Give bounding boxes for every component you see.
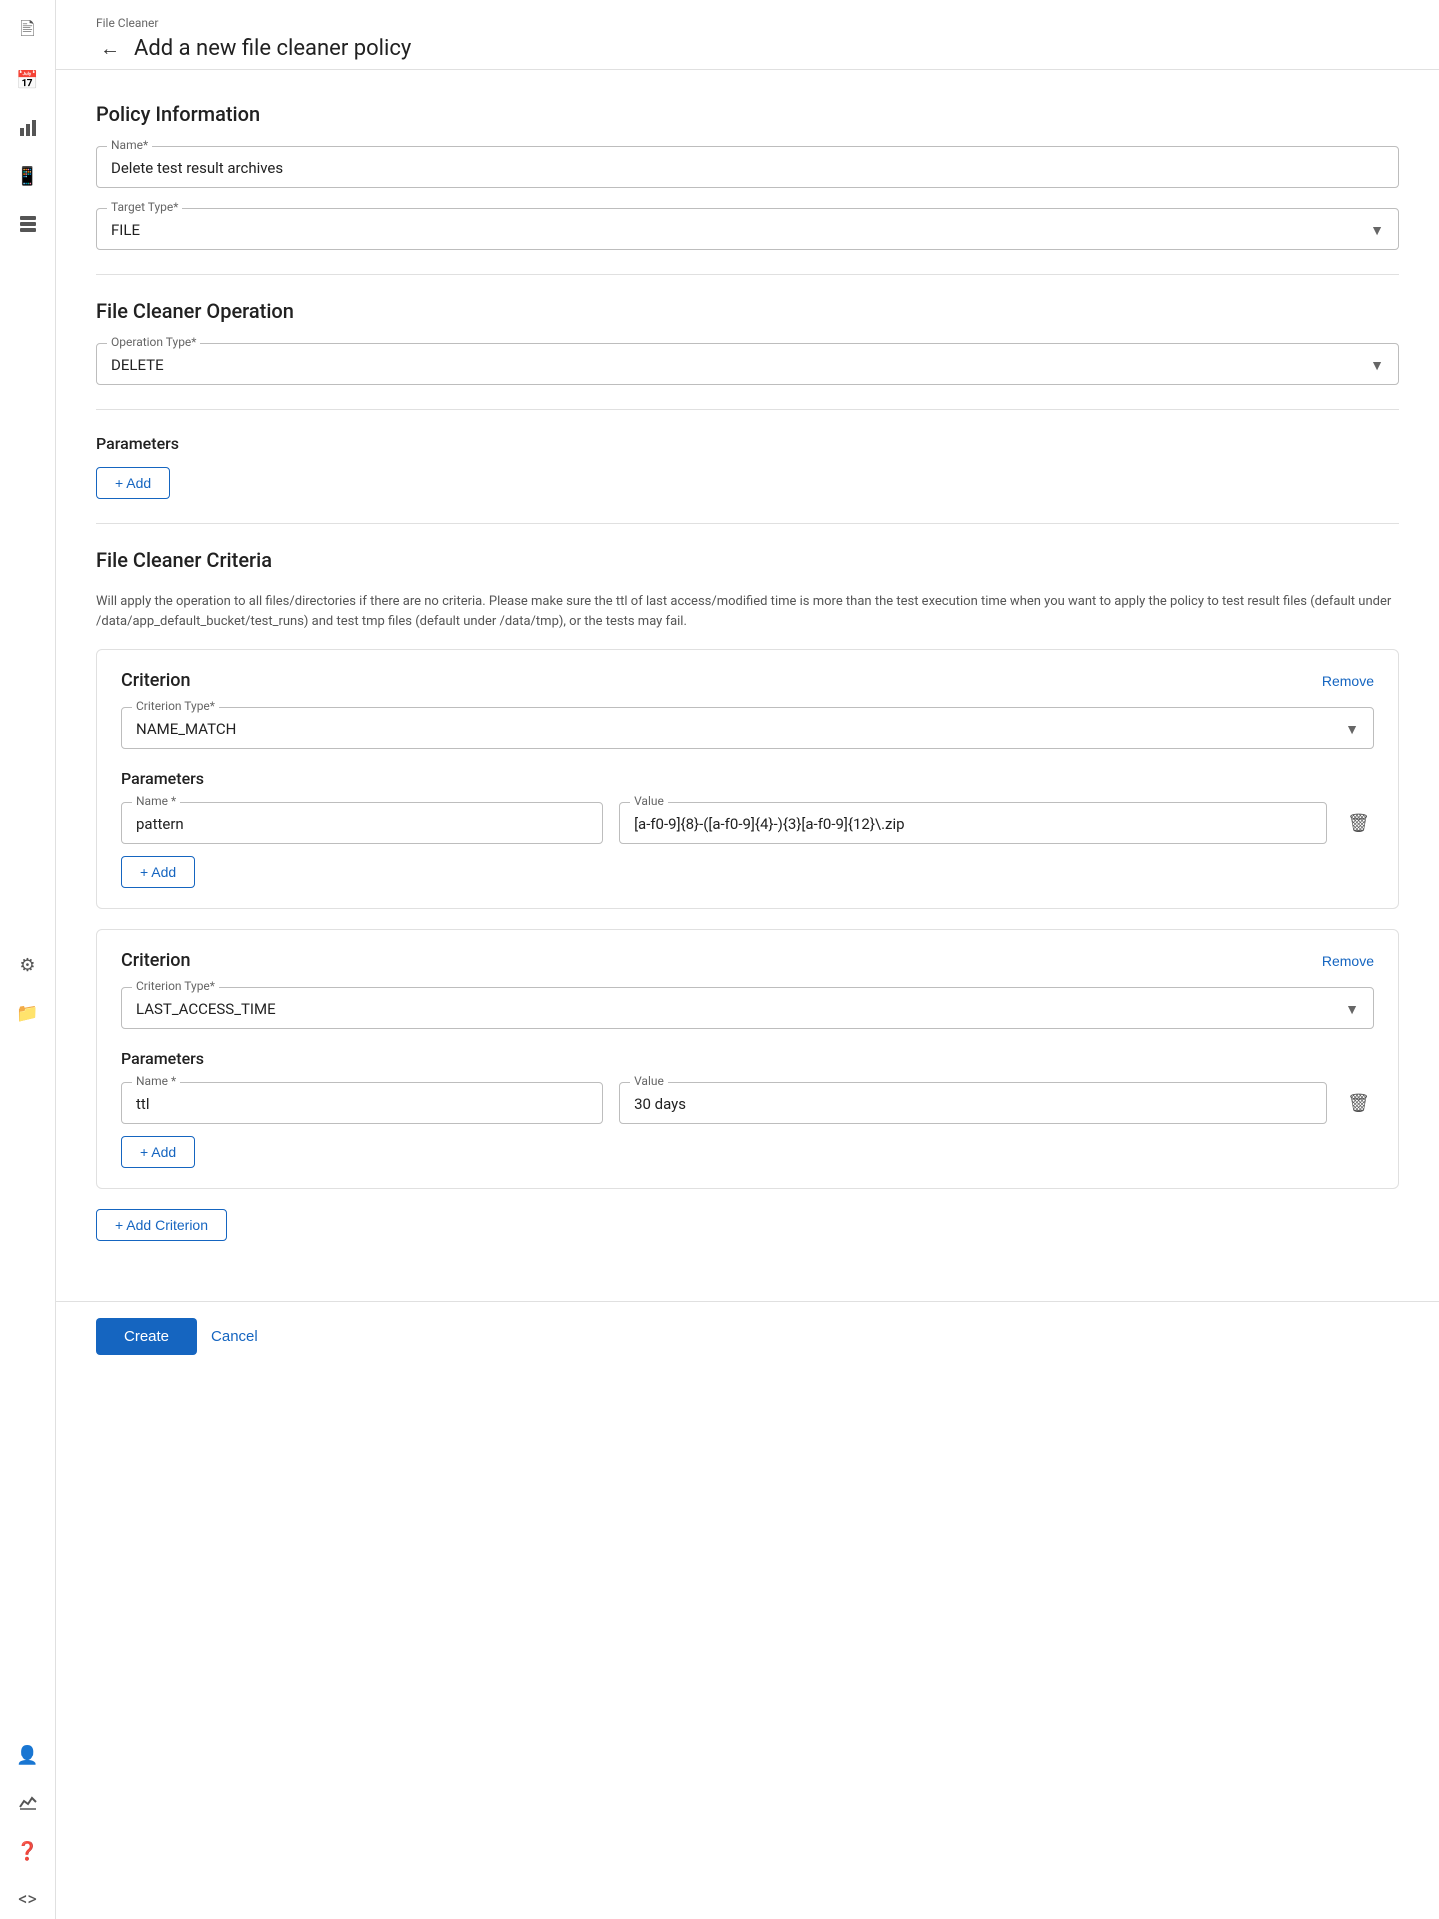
- criterion-card-2: Criterion Remove Criterion Type* LAST_AC…: [96, 929, 1399, 1189]
- criterion-1-param-1-name-value[interactable]: pattern: [136, 815, 588, 833]
- target-type-value: FILE: [111, 221, 140, 239]
- divider-3: [96, 523, 1399, 524]
- page-title: Add a new file cleaner policy: [134, 36, 411, 61]
- sidebar: 🖹 📅 📱 ⚙ 📁 👤 ❓ <>: [0, 0, 56, 1919]
- criterion-card-1: Criterion Remove Criterion Type* NAME_MA…: [96, 649, 1399, 909]
- remove-criterion-2-button[interactable]: Remove: [1322, 953, 1374, 969]
- target-type-field[interactable]: Target Type* FILE ▼: [96, 208, 1399, 250]
- criterion-2-param-1-name-field: Name * ttl: [121, 1082, 603, 1124]
- name-value[interactable]: Delete test result archives: [111, 159, 1384, 177]
- breadcrumb: File Cleaner: [96, 16, 1399, 30]
- operation-type-field-group: Operation Type* DELETE ▼: [96, 343, 1399, 385]
- divider-2: [96, 409, 1399, 410]
- policy-information-section: Policy Information Name* Delete test res…: [96, 102, 1399, 250]
- document-icon[interactable]: 🖹: [8, 12, 48, 52]
- help-icon[interactable]: ❓: [8, 1831, 48, 1871]
- page-header: File Cleaner ← Add a new file cleaner po…: [56, 0, 1439, 70]
- parameters-top-title: Parameters: [96, 434, 1399, 453]
- cancel-button[interactable]: Cancel: [211, 1328, 258, 1345]
- criterion-2-param-1-name-value[interactable]: ttl: [136, 1095, 588, 1113]
- divider-1: [96, 274, 1399, 275]
- folder-icon[interactable]: 📁: [8, 994, 48, 1034]
- criterion-2-dropdown-arrow: ▼: [1345, 1001, 1359, 1018]
- remove-criterion-1-button[interactable]: Remove: [1322, 673, 1374, 689]
- delete-criterion-2-param-1-button[interactable]: 🗑: [1343, 1089, 1374, 1118]
- add-criterion-2-param-button[interactable]: + Add: [121, 1136, 195, 1168]
- name-field-group: Name* Delete test result archives: [96, 146, 1399, 188]
- criterion-2-type-field-group: Criterion Type* LAST_ACCESS_TIME ▼: [121, 987, 1374, 1029]
- code-icon[interactable]: <>: [8, 1879, 48, 1919]
- criterion-1-param-1-name-field: Name * pattern: [121, 802, 603, 844]
- target-type-dropdown-arrow: ▼: [1370, 222, 1384, 239]
- criterion-2-type-label: Criterion Type*: [132, 979, 219, 993]
- phone-icon[interactable]: 📱: [8, 156, 48, 196]
- criterion-2-type-value: LAST_ACCESS_TIME: [136, 1000, 276, 1018]
- parameters-top-section: Parameters + Add: [96, 434, 1399, 499]
- target-type-field-group: Target Type* FILE ▼: [96, 208, 1399, 250]
- layers-icon[interactable]: [8, 204, 48, 244]
- file-cleaner-operation-section: File Cleaner Operation Operation Type* D…: [96, 299, 1399, 385]
- criterion-2-param-row-1: Name * ttl Value 30 days 🗑: [121, 1082, 1374, 1124]
- file-cleaner-criteria-section: File Cleaner Criteria Will apply the ope…: [96, 548, 1399, 1241]
- criteria-notice: Will apply the operation to all files/di…: [96, 592, 1399, 631]
- criterion-2-params-title: Parameters: [121, 1049, 1374, 1068]
- operation-type-label: Operation Type*: [107, 335, 200, 349]
- add-criterion-button[interactable]: + Add Criterion: [96, 1209, 227, 1241]
- file-cleaner-operation-title: File Cleaner Operation: [96, 299, 1399, 323]
- chart-icon[interactable]: [8, 108, 48, 148]
- criterion-2-param-1-name-label: Name *: [132, 1074, 180, 1088]
- criterion-1-title: Criterion: [121, 670, 191, 691]
- criterion-1-param-1-value-field: Value [a-f0-9]{8}-([a-f0-9]{4}-){3}[a-f0…: [619, 802, 1327, 844]
- criterion-1-header: Criterion Remove: [121, 670, 1374, 691]
- settings-icon[interactable]: ⚙: [8, 946, 48, 986]
- create-button[interactable]: Create: [96, 1318, 197, 1355]
- content-area: Policy Information Name* Delete test res…: [56, 70, 1439, 1293]
- add-criterion-row: + Add Criterion: [96, 1209, 1399, 1241]
- criterion-1-type-value: NAME_MATCH: [136, 720, 236, 738]
- calendar-icon[interactable]: 📅: [8, 60, 48, 100]
- criterion-1-type-field-group: Criterion Type* NAME_MATCH ▼: [121, 707, 1374, 749]
- back-button[interactable]: ←: [96, 37, 124, 61]
- criterion-2-title: Criterion: [121, 950, 191, 971]
- add-criterion-1-param-button[interactable]: + Add: [121, 856, 195, 888]
- criterion-1-type-field[interactable]: Criterion Type* NAME_MATCH ▼: [121, 707, 1374, 749]
- dashboard-icon[interactable]: [8, 1783, 48, 1823]
- criterion-1-param-row-1: Name * pattern Value [a-f0-9]{8}-([a-f0-…: [121, 802, 1374, 844]
- criterion-1-params-title: Parameters: [121, 769, 1374, 788]
- criterion-2-type-field[interactable]: Criterion Type* LAST_ACCESS_TIME ▼: [121, 987, 1374, 1029]
- name-field: Name* Delete test result archives: [96, 146, 1399, 188]
- name-label: Name*: [107, 138, 152, 152]
- criterion-1-param-1-value-value[interactable]: [a-f0-9]{8}-([a-f0-9]{4}-){3}[a-f0-9]{12…: [634, 815, 1312, 833]
- policy-information-title: Policy Information: [96, 102, 1399, 126]
- criterion-1-dropdown-arrow: ▼: [1345, 721, 1359, 738]
- operation-type-dropdown-arrow: ▼: [1370, 357, 1384, 374]
- delete-criterion-1-param-1-button[interactable]: 🗑: [1343, 809, 1374, 838]
- target-type-label: Target Type*: [107, 200, 182, 214]
- criterion-1-param-1-value-label: Value: [630, 794, 668, 808]
- file-cleaner-criteria-title: File Cleaner Criteria: [96, 548, 1399, 572]
- criterion-1-type-label: Criterion Type*: [132, 699, 219, 713]
- criterion-2-param-1-value-value[interactable]: 30 days: [634, 1095, 1312, 1113]
- add-parameter-top-button[interactable]: + Add: [96, 467, 170, 499]
- main-content: File Cleaner ← Add a new file cleaner po…: [56, 0, 1439, 1919]
- criterion-2-param-1-value-label: Value: [630, 1074, 668, 1088]
- bottom-actions: Create Cancel: [56, 1301, 1439, 1371]
- operation-type-field[interactable]: Operation Type* DELETE ▼: [96, 343, 1399, 385]
- criterion-1-param-1-name-label: Name *: [132, 794, 180, 808]
- criterion-2-param-1-value-field: Value 30 days: [619, 1082, 1327, 1124]
- criterion-2-header: Criterion Remove: [121, 950, 1374, 971]
- operation-type-value: DELETE: [111, 356, 164, 374]
- person-icon[interactable]: 👤: [8, 1735, 48, 1775]
